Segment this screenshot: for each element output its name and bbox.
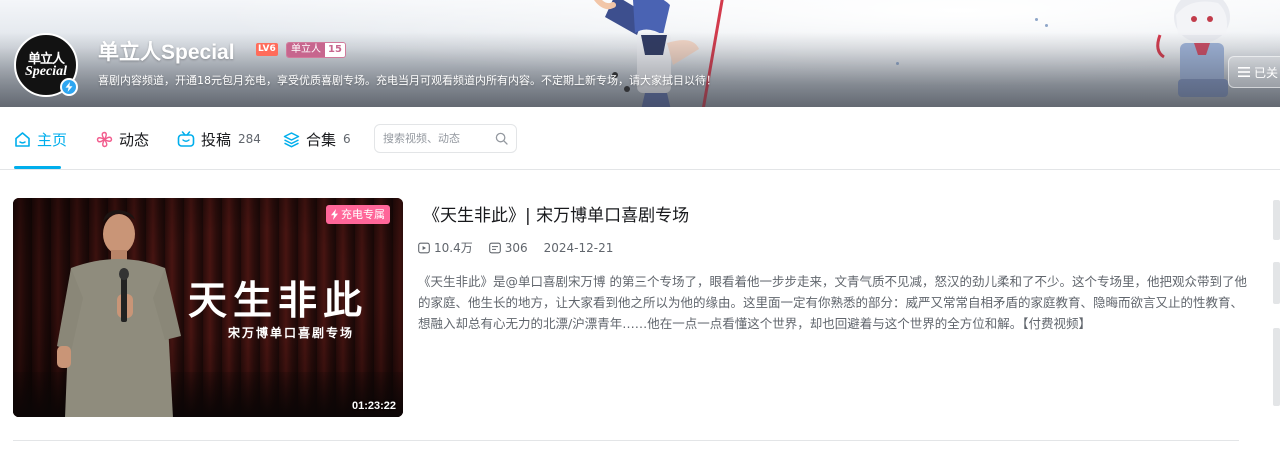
avatar-text-line2: Special [25, 63, 67, 79]
lightning-icon [331, 209, 338, 220]
thumbnail-title: 天生非此 [188, 279, 369, 324]
thumbnail-subtitle: 宋万博单口喜剧专场 [228, 326, 355, 340]
up-signature: 喜剧内容频道，开通18元包月充电，享受优质喜剧专场。充电当月可观看频道内所有内容… [98, 74, 717, 87]
video-title[interactable]: 《天生非此》| 宋万博单口喜剧专场 [423, 201, 689, 226]
danmaku-icon [488, 242, 501, 253]
tab-collections-count: 6 [343, 132, 351, 146]
comment-count: 306 [488, 240, 528, 255]
side-toolbar-handle[interactable] [1273, 328, 1280, 406]
tab-collections-label: 合集 [306, 130, 337, 149]
tab-dynamic[interactable]: 动态 [96, 128, 149, 150]
space-nav: 主页 动态 投稿 284 合集 6 [0, 107, 1280, 170]
view-count: 10.4万 [418, 239, 473, 256]
publish-date: 2024-12-21 [543, 240, 614, 255]
avatar-text-line1: 单立人 [27, 50, 65, 66]
banner-sparkle [1045, 24, 1048, 27]
play-count-icon [418, 242, 430, 253]
menu-lines-icon [1238, 67, 1250, 77]
side-toolbar-handle[interactable] [1273, 262, 1280, 304]
level-badge: LV6 [256, 43, 278, 56]
tv-icon [177, 130, 195, 147]
tab-uploads-label: 投稿 [201, 130, 232, 149]
tab-uploads[interactable]: 投稿 284 [177, 128, 261, 150]
view-count-value: 10.4万 [434, 241, 473, 255]
followed-label: 已关 [1254, 65, 1279, 80]
pinwheel-icon [96, 131, 113, 147]
up-name[interactable]: 单立人Special [98, 36, 235, 66]
charge-exclusive-badge: 充电专属 [326, 205, 390, 224]
tab-home-label: 主页 [37, 130, 68, 149]
side-toolbar-handle[interactable] [1273, 200, 1280, 240]
tab-dynamic-label: 动态 [119, 130, 150, 149]
banner-sparkle [1035, 18, 1038, 21]
thumbnail-performer [57, 210, 181, 417]
home-icon [15, 131, 30, 147]
search-icon[interactable] [495, 132, 508, 145]
video-card: 天生非此 宋万博单口喜剧专场 充电专属 01:23:22 《天生非此》| 宋万博… [13, 198, 1247, 441]
tab-home[interactable]: 主页 [14, 128, 67, 150]
tab-collections[interactable]: 合集 6 [283, 128, 351, 150]
fan-badge-level: 15 [325, 43, 345, 57]
tab-uploads-count: 284 [238, 132, 261, 146]
space-search [374, 124, 517, 153]
video-thumbnail[interactable]: 天生非此 宋万博单口喜剧专场 充电专属 01:23:22 [13, 198, 403, 417]
space-banner: 单立人 Special 单立人Special LV6 单立人 15 喜剧内容频道… [0, 0, 1280, 107]
stack-icon [283, 131, 300, 147]
fan-badge[interactable]: 单立人 15 [286, 42, 346, 58]
charge-badge-label: 充电专属 [341, 208, 385, 221]
comment-count-value: 306 [504, 240, 528, 255]
active-tab-underline [14, 166, 61, 169]
verified-lightning-icon [60, 78, 78, 96]
video-meta: 10.4万 306 2024-12-21 [418, 239, 629, 256]
followed-button[interactable]: 已关 [1228, 56, 1280, 88]
search-input[interactable] [383, 132, 493, 145]
video-duration: 01:23:22 [351, 400, 396, 412]
video-description: 《天生非此》是@单口喜剧宋万博 的第三个专场了，眼看着他一步步走来，文青气质不见… [418, 274, 1247, 331]
fan-badge-name: 单立人 [287, 43, 325, 57]
